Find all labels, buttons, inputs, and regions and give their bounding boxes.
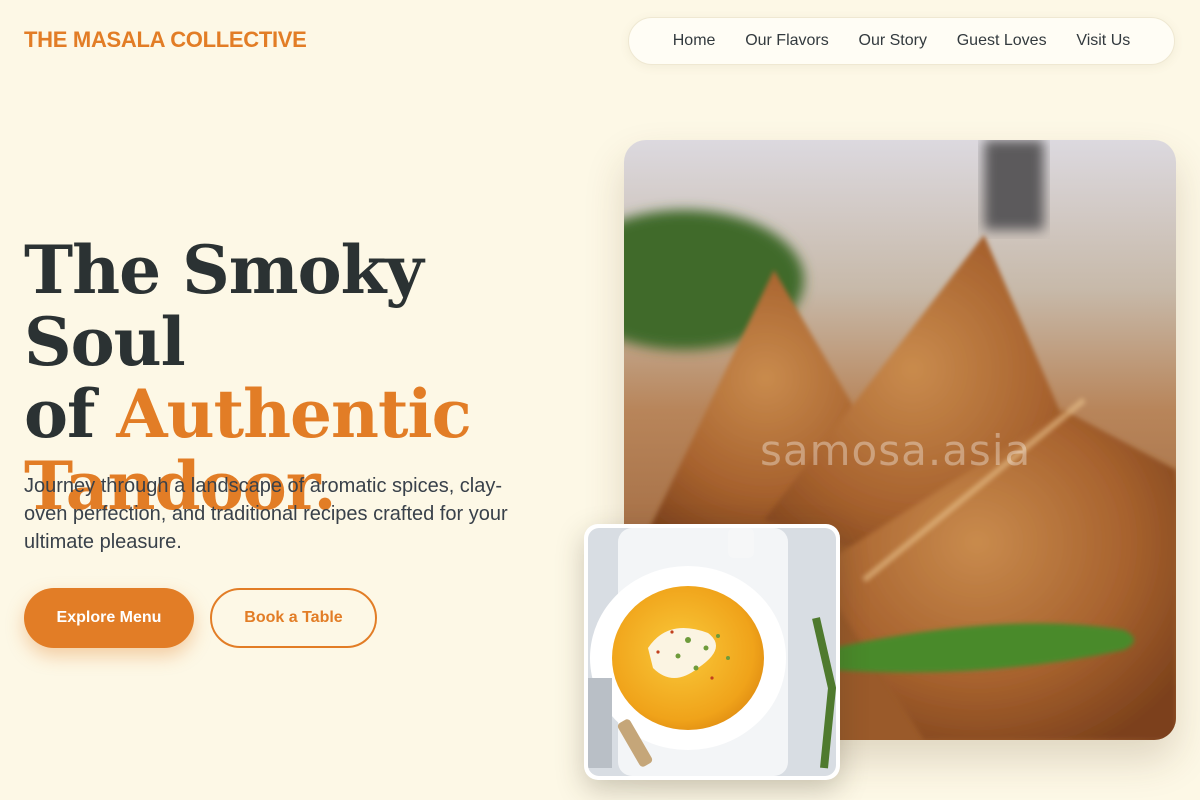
headline-line-1: The Smoky Soul (24, 231, 424, 381)
soup-photo (588, 528, 836, 776)
main-nav: Home Our Flavors Our Story Guest Loves V… (628, 17, 1175, 65)
brand-logo[interactable]: THE MASALA COLLECTIVE (24, 27, 307, 53)
nav-item-our-flavors[interactable]: Our Flavors (745, 32, 829, 50)
explore-menu-button[interactable]: Explore Menu (24, 588, 194, 648)
nav-item-visit-us[interactable]: Visit Us (1076, 32, 1130, 50)
soup-inset-image (584, 524, 840, 780)
nav-item-guest-loves[interactable]: Guest Loves (957, 32, 1047, 50)
headline-of: of (24, 375, 117, 453)
headline-accent-authentic: Authentic (116, 375, 471, 453)
nav-item-home[interactable]: Home (673, 32, 716, 50)
book-table-button[interactable]: Book a Table (210, 588, 377, 648)
nav-item-our-story[interactable]: Our Story (859, 32, 927, 50)
hero-description: Journey through a landscape of aromatic … (24, 475, 508, 553)
watermark-text: samosa.asia (760, 426, 1032, 475)
